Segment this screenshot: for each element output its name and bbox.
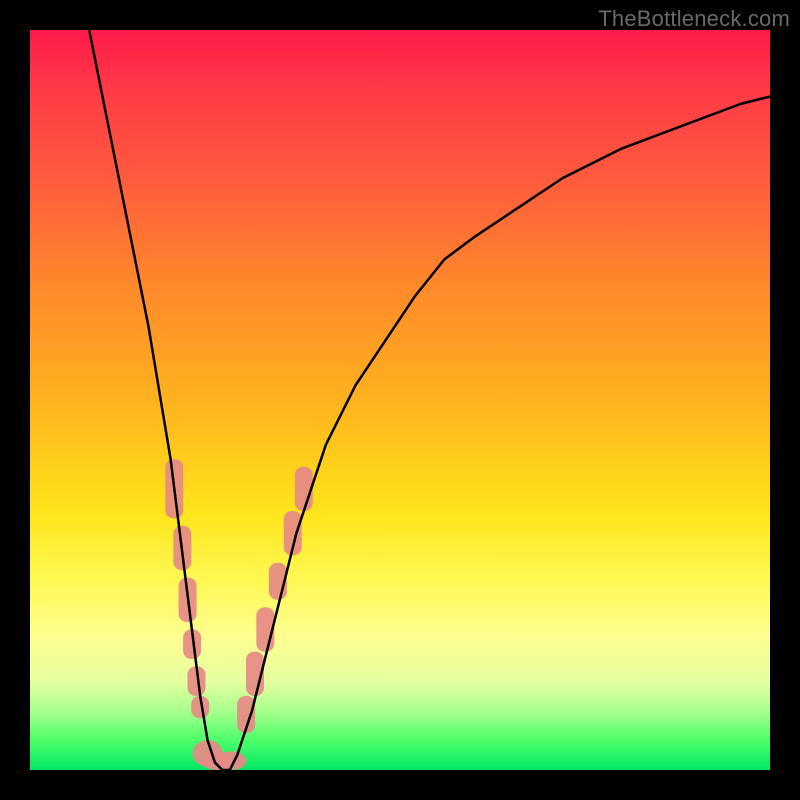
watermark-text: TheBottleneck.com [598,6,790,32]
plot-area [30,30,770,770]
curve-svg [30,30,770,770]
salmon-band-group [165,459,312,770]
chart-frame: TheBottleneck.com [0,0,800,800]
